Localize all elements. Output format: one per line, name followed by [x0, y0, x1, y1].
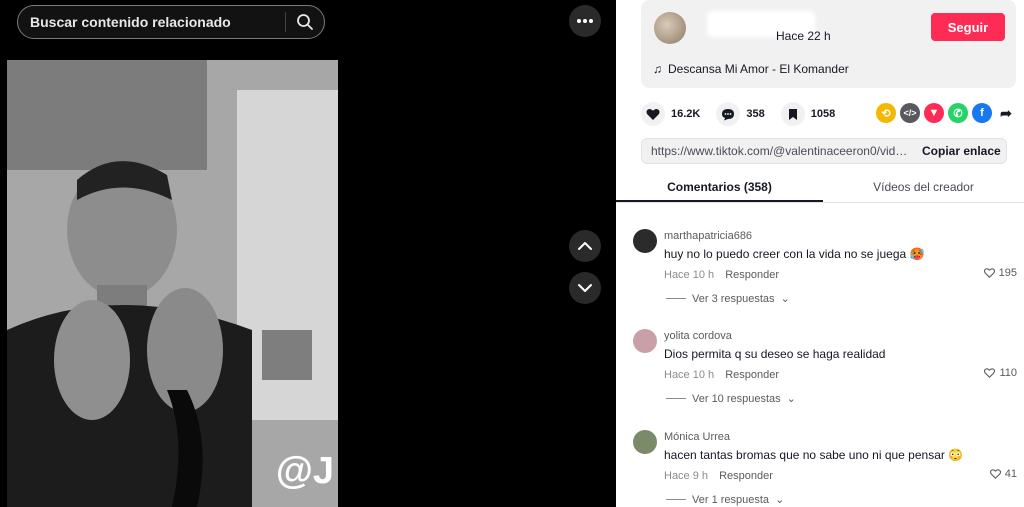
chevron-down-icon: ⌄	[780, 293, 790, 305]
repost-icon[interactable]: ⟲	[876, 103, 896, 123]
video-player[interactable]: @J	[7, 60, 338, 507]
search-input[interactable]: Buscar contenido relacionado	[18, 14, 285, 30]
comment-button[interactable]: 358	[716, 102, 765, 126]
avatar[interactable]	[654, 12, 686, 44]
comment-time: Hace 10 h	[664, 269, 715, 281]
video-area: Buscar contenido relacionado @J	[0, 0, 616, 507]
action-bar: 16.2K 358 1058 ⟲ </> ▼ ✆ f ➦	[641, 101, 1016, 127]
chevron-down-icon	[578, 284, 592, 292]
search-icon[interactable]	[286, 5, 324, 39]
commenter-avatar[interactable]	[633, 430, 657, 454]
divider-line	[666, 298, 686, 299]
comment-like-button[interactable]: 41	[989, 468, 1017, 480]
facebook-icon[interactable]: f	[972, 103, 992, 123]
music-title: Descansa Mi Amor - El Komander	[668, 62, 849, 76]
chevron-up-icon	[578, 242, 592, 250]
heart-outline-icon	[989, 469, 1001, 479]
comment-like-count: 41	[1004, 468, 1017, 480]
chevron-down-icon: ⌄	[786, 393, 796, 405]
post-info-card: Hace 22 h Seguir ♫ Descansa Mi Amor - El…	[641, 0, 1016, 88]
comment-text: Dios permita q su deseo se haga realidad	[664, 347, 886, 361]
comment-meta: Hace 10 h Responder	[664, 269, 779, 281]
heart-icon	[641, 102, 665, 126]
previous-video-button[interactable]	[569, 230, 601, 262]
next-video-button[interactable]	[569, 272, 601, 304]
send-icon[interactable]: ▼	[924, 103, 944, 123]
like-button[interactable]: 16.2K	[641, 102, 700, 126]
commenter-avatar[interactable]	[633, 229, 657, 253]
comment-time: Hace 9 h	[664, 470, 709, 482]
commenter-name[interactable]: yolita cordova	[664, 330, 732, 342]
comment-like-button[interactable]: 110	[984, 367, 1017, 379]
view-replies-button[interactable]: Ver 10 respuestas ⌄	[666, 392, 796, 405]
embed-icon[interactable]: </>	[900, 103, 920, 123]
video-frame-image	[7, 60, 338, 507]
commenter-name[interactable]: marthapatricia686	[664, 230, 752, 242]
post-time: Hace 22 h	[776, 29, 831, 43]
share-link-bar: https://www.tiktok.com/@valentinaceeron0…	[641, 138, 1007, 164]
view-replies-label: Ver 1 respuesta	[692, 493, 770, 506]
tab-comments[interactable]: Comentarios (358)	[616, 172, 823, 202]
follow-button[interactable]: Seguir	[931, 13, 1005, 41]
view-replies-label: Ver 3 respuestas	[692, 292, 775, 305]
reply-button[interactable]: Responder	[719, 470, 773, 482]
bookmark-icon	[780, 102, 805, 126]
heart-outline-icon	[983, 268, 995, 278]
chevron-down-icon: ⌄	[775, 494, 785, 506]
share-icons: ⟲ </> ▼ ✆ f ➦	[876, 103, 1016, 123]
share-arrow-icon[interactable]: ➦	[996, 103, 1016, 123]
comment-meta: Hace 9 h Responder	[664, 470, 773, 482]
save-count: 1058	[810, 108, 836, 120]
view-replies-button[interactable]: Ver 3 respuestas ⌄	[666, 292, 790, 305]
comment-count: 358	[746, 108, 765, 120]
music-note-icon: ♫	[653, 62, 662, 76]
reply-button[interactable]: Responder	[725, 269, 779, 281]
comment-like-count: 195	[998, 267, 1017, 279]
commenter-name[interactable]: Mónica Urrea	[664, 431, 730, 443]
heart-outline-icon	[984, 368, 996, 378]
reply-button[interactable]: Responder	[725, 369, 779, 381]
view-replies-label: Ver 10 respuestas	[692, 392, 781, 405]
video-watermark: @J	[275, 450, 334, 492]
comment-like-button[interactable]: 195	[983, 267, 1017, 279]
like-count: 16.2K	[671, 108, 701, 120]
music-link[interactable]: ♫ Descansa Mi Amor - El Komander	[653, 62, 849, 76]
comment-meta: Hace 10 h Responder	[664, 369, 779, 381]
commenter-avatar[interactable]	[633, 329, 657, 353]
comment-text: hacen tantas bromas que no sabe uno ni q…	[664, 448, 964, 462]
share-link[interactable]: https://www.tiktok.com/@valentinaceeron0…	[642, 144, 910, 158]
comment-time: Hace 10 h	[664, 369, 715, 381]
divider-line	[666, 398, 686, 399]
tab-creator-videos[interactable]: Vídeos del creador	[823, 172, 1024, 202]
tab-bar: Comentarios (358) Vídeos del creador	[616, 172, 1024, 203]
more-options-icon[interactable]	[569, 5, 601, 37]
view-replies-button[interactable]: Ver 1 respuesta ⌄	[666, 493, 784, 506]
comment-text: huy no lo puedo creer con la vida no se …	[664, 247, 925, 261]
search-box[interactable]: Buscar contenido relacionado	[17, 5, 325, 39]
copy-link-button[interactable]: Copiar enlace	[922, 144, 1001, 158]
whatsapp-icon[interactable]: ✆	[948, 103, 968, 123]
comment-icon	[716, 102, 741, 126]
save-button[interactable]: 1058	[780, 102, 836, 126]
details-panel: Hace 22 h Seguir ♫ Descansa Mi Amor - El…	[616, 0, 1024, 507]
divider-line	[666, 499, 686, 500]
comment-like-count: 110	[999, 367, 1017, 379]
